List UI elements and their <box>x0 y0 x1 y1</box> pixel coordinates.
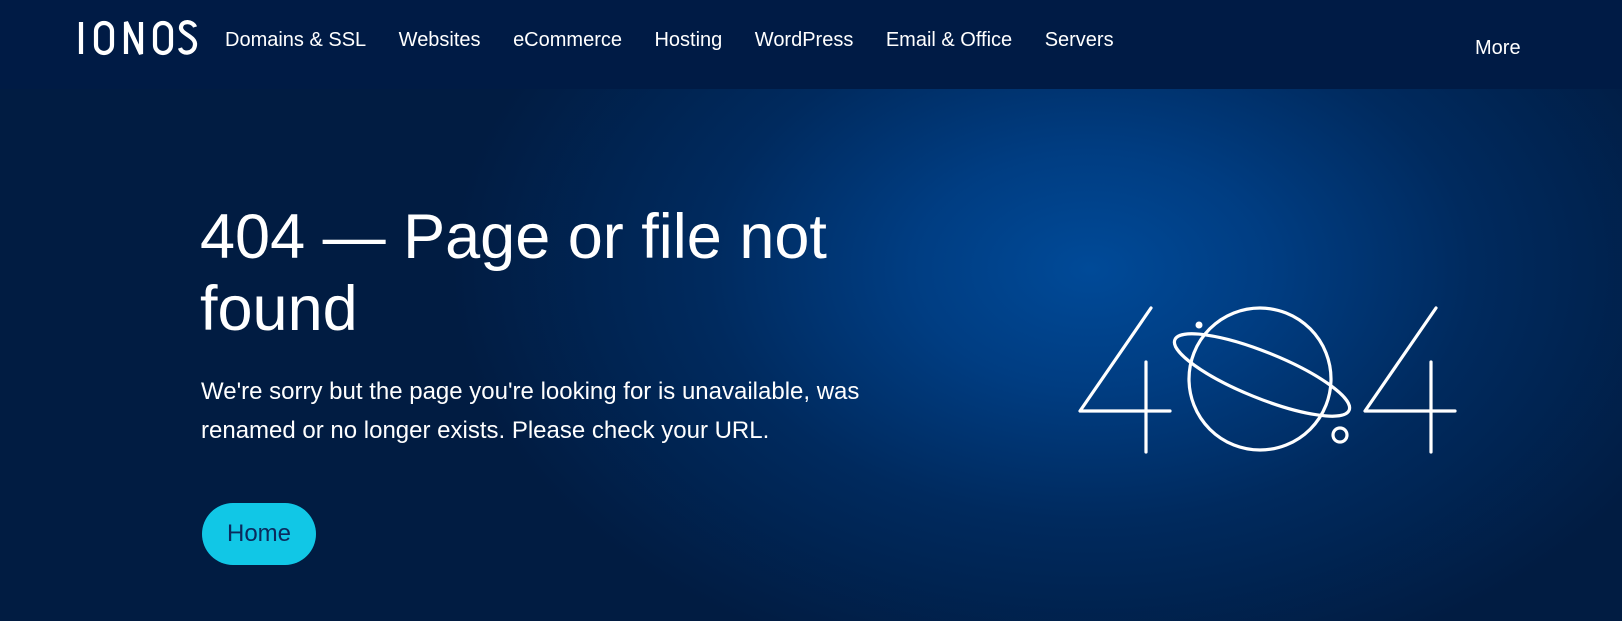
page-title: 404 — Page or file not found <box>200 202 827 344</box>
page: Domains & SSL Websites eCommerce Hosting… <box>0 0 1622 621</box>
nav-item-email-office[interactable]: Email & Office <box>886 29 1012 52</box>
home-button[interactable]: Home <box>202 503 316 565</box>
nav-item-hosting[interactable]: Hosting <box>654 29 722 52</box>
nav-item-wordpress[interactable]: WordPress <box>755 29 854 52</box>
top-navigation-bar: Domains & SSL Websites eCommerce Hosting… <box>0 0 1622 89</box>
nav-item-ecommerce[interactable]: eCommerce <box>513 29 622 52</box>
error-description: We're sorry but the page you're looking … <box>201 378 860 444</box>
404-planet-illustration-icon <box>1078 306 1457 454</box>
nav-item-servers[interactable]: Servers <box>1045 29 1114 52</box>
nav-item-websites[interactable]: Websites <box>399 29 481 52</box>
ionos-logo[interactable] <box>78 18 198 58</box>
nav-more-link[interactable]: More <box>1475 37 1521 60</box>
main-nav: Domains & SSL Websites eCommerce Hosting… <box>225 0 1146 85</box>
nav-item-domains-ssl[interactable]: Domains & SSL <box>225 29 366 52</box>
